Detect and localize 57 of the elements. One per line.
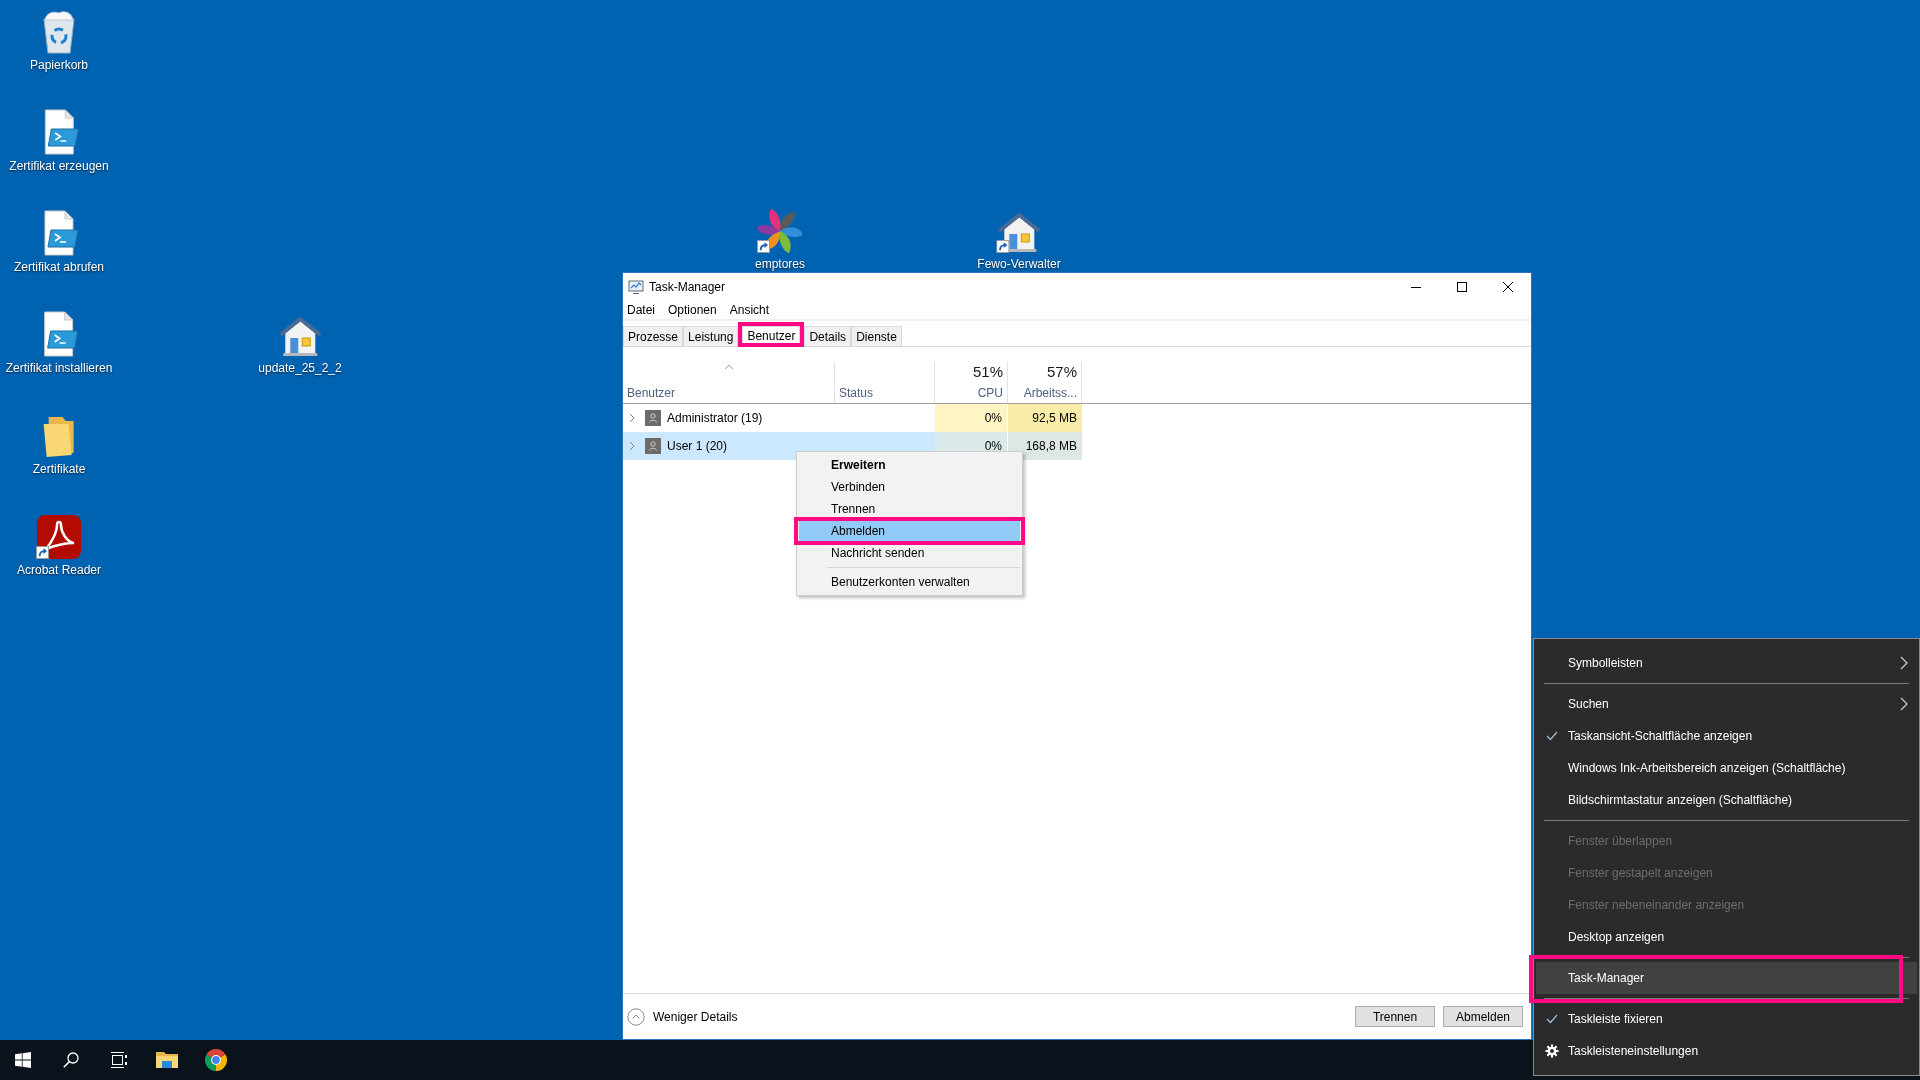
dialog-button[interactable]: Abmelden — [1443, 1006, 1523, 1027]
memory-cell: 92,5 MB — [1008, 404, 1082, 432]
menu-item[interactable]: Taskansicht-Schaltfläche anzeigen — [1536, 720, 1917, 752]
chevron-right-icon — [1900, 697, 1908, 711]
column-header[interactable]: 51% CPU — [935, 362, 1008, 403]
menu-item[interactable]: Taskleisteneinstellungen — [1536, 1035, 1917, 1067]
menu-item[interactable]: Symbolleisten — [1536, 647, 1917, 679]
fewer-details-button[interactable]: Weniger Details — [627, 1007, 738, 1026]
user-name: Administrator (19) — [667, 410, 763, 427]
menu-item[interactable]: Taskleiste fixieren — [1536, 1003, 1917, 1035]
chevron-right-icon — [1900, 656, 1908, 670]
monitor-chart-icon — [628, 279, 644, 295]
swirl-tile-icon — [37, 515, 81, 559]
chevron-up-circle-icon — [627, 1007, 645, 1026]
menu-item[interactable]: Trennen — [799, 501, 1020, 517]
folder-icon — [155, 1050, 179, 1070]
user-name: User 1 (20) — [667, 438, 728, 455]
folder-icon — [43, 416, 75, 458]
dialog-button[interactable]: Trennen — [1355, 1006, 1435, 1027]
task-view-icon — [110, 1052, 128, 1068]
chevron-right-icon[interactable] — [629, 441, 635, 451]
tab[interactable]: Dienste — [851, 326, 902, 346]
menu-bar-item[interactable]: Ansicht — [725, 301, 774, 319]
menu-item[interactable]: Bildschirmtastatur anzeigen (Schaltfläche) — [1536, 784, 1917, 816]
search-icon — [63, 1052, 79, 1068]
chevron-right-icon[interactable] — [629, 413, 635, 423]
house-icon — [278, 317, 322, 357]
browser-icon — [204, 1048, 228, 1072]
menu-item[interactable]: Suchen — [1536, 688, 1917, 720]
menu-bar-item[interactable]: Optionen — [664, 301, 721, 319]
user-icon — [645, 410, 661, 426]
tab[interactable]: Details — [804, 326, 852, 346]
memory-cell: 168,8 MB — [1008, 432, 1082, 460]
menu-item[interactable]: Erweitern — [799, 457, 1020, 473]
pinwheel-icon — [758, 209, 802, 253]
menu-item[interactable]: Desktop anzeigen — [1536, 921, 1917, 953]
windows-logo-icon — [15, 1052, 31, 1068]
menu-item[interactable]: Verbinden — [799, 479, 1020, 495]
tab[interactable]: Leistung — [683, 326, 739, 346]
column-header[interactable]: Benutzer — [623, 362, 835, 403]
window-title: Task-Manager — [649, 279, 726, 296]
menu-bar-item[interactable]: Datei — [623, 301, 659, 319]
menu-item[interactable]: Task-Manager — [1536, 962, 1917, 994]
close-icon — [1503, 282, 1513, 292]
column-header[interactable]: 57% Arbeitss... — [1008, 362, 1082, 403]
tab[interactable]: Prozesse — [623, 326, 684, 346]
menu-item[interactable]: Abmelden — [799, 520, 1020, 542]
menu-item[interactable]: Benutzerkonten verwalten — [799, 574, 1020, 590]
column-header[interactable]: Status — [835, 362, 935, 403]
tab[interactable]: Benutzer — [742, 326, 801, 343]
settings-icon — [1545, 1044, 1559, 1058]
user-icon — [645, 438, 661, 454]
cpu-cell: 0% — [935, 404, 1008, 432]
menu-item[interactable]: Windows Ink-Arbeitsbereich anzeigen (Schaltfläche) — [1536, 752, 1917, 784]
maximize-icon — [1457, 282, 1467, 292]
minimize-icon — [1411, 286, 1421, 288]
menu-item[interactable]: Nachricht senden — [799, 545, 1020, 561]
